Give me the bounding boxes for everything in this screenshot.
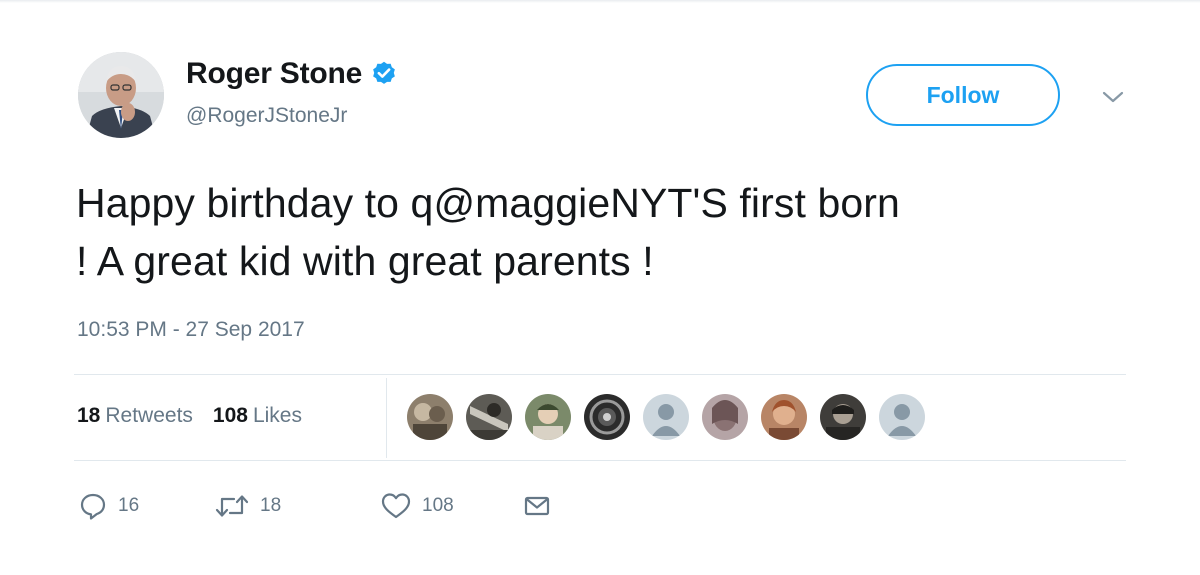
likes-stat[interactable]: 108 Likes xyxy=(213,404,302,428)
reply-button[interactable]: 16 xyxy=(78,491,214,521)
envelope-icon xyxy=(524,496,550,516)
liker-avatar[interactable] xyxy=(818,392,868,442)
liker-avatar-default[interactable] xyxy=(877,392,927,442)
stats-separator xyxy=(386,378,387,458)
liker-avatar-default[interactable] xyxy=(641,392,691,442)
liker-avatar[interactable] xyxy=(464,392,514,442)
verified-badge-icon xyxy=(373,61,396,84)
retweet-icon xyxy=(215,495,249,517)
liker-avatar[interactable] xyxy=(700,392,750,442)
heart-icon xyxy=(381,493,411,519)
tweet-text: Happy birthday to q@maggieNYT'S first bo… xyxy=(76,174,1146,290)
author-avatar[interactable] xyxy=(78,52,164,138)
author-name-row[interactable]: Roger Stone xyxy=(186,54,398,94)
reply-icon xyxy=(80,493,106,520)
likes-label: Likes xyxy=(252,404,302,427)
retweet-button[interactable]: 18 xyxy=(214,491,380,521)
liker-avatar[interactable] xyxy=(405,392,455,442)
liker-avatar[interactable] xyxy=(582,392,632,442)
retweets-stat[interactable]: 18 Retweets xyxy=(77,404,193,428)
reply-count: 16 xyxy=(118,495,140,516)
tweet-stats: 18 Retweets 108 Likes xyxy=(77,404,302,428)
divider-bottom xyxy=(74,460,1126,461)
tweet-actions: 16 18 108 xyxy=(78,486,552,526)
tweet-timestamp[interactable]: 10:53 PM - 27 Sep 2017 xyxy=(77,318,305,342)
retweet-count: 18 xyxy=(260,495,282,516)
retweets-count: 18 xyxy=(77,404,101,427)
chevron-down-icon[interactable] xyxy=(1100,88,1126,106)
likes-count: 108 xyxy=(212,404,248,427)
author-handle[interactable]: @RogerJStoneJr xyxy=(186,104,347,128)
liker-avatar[interactable] xyxy=(759,392,809,442)
like-count: 108 xyxy=(422,495,454,516)
tweet-card: Roger Stone @RogerJStoneJr Follow Happy … xyxy=(0,0,1200,575)
divider-top xyxy=(74,374,1126,375)
top-border xyxy=(0,0,1200,3)
retweets-label: Retweets xyxy=(105,404,193,427)
like-button[interactable]: 108 xyxy=(380,491,522,521)
direct-message-button[interactable] xyxy=(522,491,552,521)
author-display-name[interactable]: Roger Stone xyxy=(186,57,362,91)
liker-avatars xyxy=(405,392,936,446)
tweet-text-line-2: ! A great kid with great parents ! xyxy=(76,238,654,284)
liker-avatar[interactable] xyxy=(523,392,573,442)
follow-button[interactable]: Follow xyxy=(866,64,1060,126)
tweet-text-line-1: Happy birthday to q@maggieNYT'S first bo… xyxy=(76,180,900,226)
